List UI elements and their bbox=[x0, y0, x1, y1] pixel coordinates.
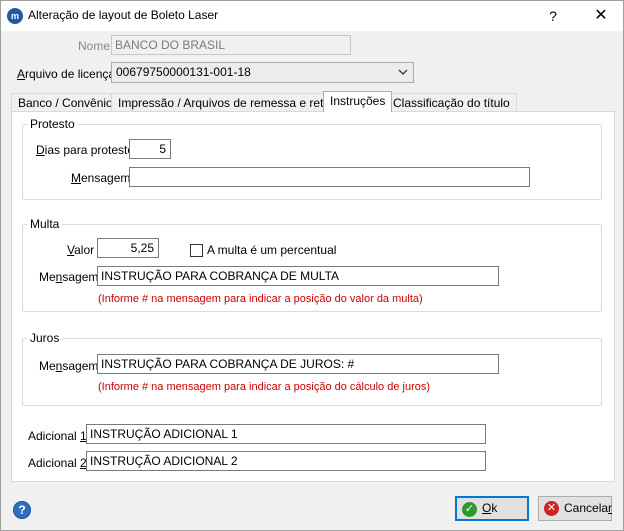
multa-valor-label: Valor bbox=[67, 243, 95, 257]
arquivo-licenca-select[interactable]: 00679750000131-001-18 bbox=[111, 62, 414, 83]
juros-group-title: Juros bbox=[27, 331, 63, 345]
adicional-1-field[interactable]: INSTRUÇÃO ADICIONAL 1 bbox=[86, 424, 486, 444]
tab-classificacao-titulo[interactable]: Classificação do título bbox=[386, 93, 517, 112]
dias-protesto-label: Dias para protesto bbox=[36, 143, 135, 157]
juros-mensagem-field[interactable]: INSTRUÇÃO PARA COBRANÇA DE JUROS: # bbox=[97, 354, 499, 374]
multa-mensagem-label: Mensagem bbox=[39, 270, 99, 284]
protesto-group: Protesto bbox=[22, 117, 602, 200]
nome-label: Nome bbox=[78, 39, 111, 53]
protesto-mensagem-label: Mensagem bbox=[71, 171, 131, 185]
app-logo-icon: m bbox=[7, 8, 23, 24]
cancel-button[interactable]: ✕ Cancelar bbox=[538, 496, 612, 521]
title-bar: m Alteração de layout de Boleto Laser ? … bbox=[1, 1, 623, 31]
help-icon[interactable]: ? bbox=[13, 501, 31, 519]
multa-hint-text: (Informe # na mensagem para indicar a po… bbox=[98, 293, 423, 305]
multa-valor-field[interactable]: 5,25 bbox=[97, 238, 159, 258]
multa-percentual-checkbox[interactable] bbox=[190, 244, 203, 257]
check-icon: ✓ bbox=[462, 502, 477, 517]
ok-button-label: Ok bbox=[482, 501, 498, 515]
protesto-mensagem-field[interactable] bbox=[129, 167, 530, 187]
multa-percentual-label: A multa é um percentual bbox=[207, 243, 337, 257]
multa-group-title: Multa bbox=[27, 217, 63, 231]
instrucoes-panel: Protesto Dias para protesto 5 Mensagem M… bbox=[11, 111, 615, 482]
cancel-button-label: Cancelar bbox=[564, 501, 613, 515]
juros-mensagem-label: Mensagem bbox=[39, 359, 99, 373]
dias-protesto-field[interactable]: 5 bbox=[129, 139, 171, 159]
protesto-group-title: Protesto bbox=[27, 117, 78, 131]
juros-hint-text: (Informe # na mensagem para indicar a po… bbox=[98, 381, 431, 393]
adicional-1-label: Adicional 1 bbox=[28, 429, 87, 443]
title-help-button[interactable]: ? bbox=[539, 4, 567, 28]
tab-instrucoes[interactable]: Instruções bbox=[323, 91, 393, 112]
window-title: Alteração de layout de Boleto Laser bbox=[28, 8, 219, 22]
dialog-window: m Alteração de layout de Boleto Laser ? … bbox=[0, 0, 624, 531]
chevron-down-icon bbox=[396, 66, 410, 80]
tab-banco-convenio[interactable]: Banco / Convênio bbox=[11, 93, 120, 112]
adicional-2-label: Adicional 2 bbox=[28, 456, 87, 470]
adicional-2-field[interactable]: INSTRUÇÃO ADICIONAL 2 bbox=[86, 451, 486, 471]
arquivo-licenca-label: Arquivo de licença bbox=[17, 67, 116, 81]
nome-field: BANCO DO BRASIL bbox=[111, 35, 351, 55]
arquivo-licenca-value: 00679750000131-001-18 bbox=[116, 65, 251, 79]
ok-button[interactable]: ✓ Ok bbox=[455, 496, 529, 521]
tab-impressao-arquivos[interactable]: Impressão / Arquivos de remessa e retorn… bbox=[111, 93, 355, 112]
title-close-button[interactable]: ✕ bbox=[587, 4, 615, 28]
cancel-x-icon: ✕ bbox=[544, 501, 559, 516]
multa-mensagem-field[interactable]: INSTRUÇÃO PARA COBRANÇA DE MULTA bbox=[97, 266, 499, 286]
